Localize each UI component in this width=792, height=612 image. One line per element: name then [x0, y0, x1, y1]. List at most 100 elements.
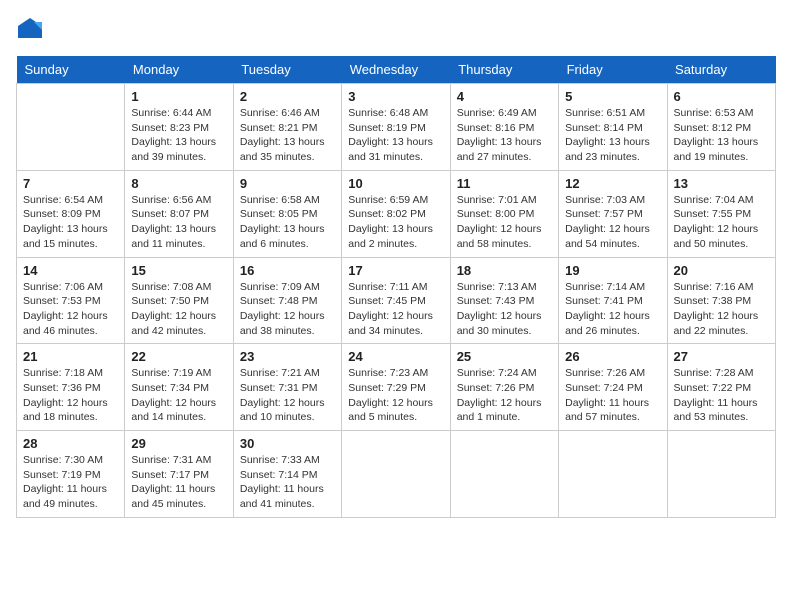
day-number: 16	[240, 263, 335, 278]
calendar-cell	[17, 84, 125, 171]
day-info: Sunrise: 6:49 AM Sunset: 8:16 PM Dayligh…	[457, 106, 552, 165]
calendar-cell: 18 Sunrise: 7:13 AM Sunset: 7:43 PM Dayli…	[450, 257, 558, 344]
day-info: Sunrise: 6:51 AM Sunset: 8:14 PM Dayligh…	[565, 106, 660, 165]
calendar-cell: 28 Sunrise: 7:30 AM Sunset: 7:19 PM Dayli…	[17, 431, 125, 518]
day-info: Sunrise: 7:26 AM Sunset: 7:24 PM Dayligh…	[565, 366, 660, 425]
day-info: Sunrise: 6:54 AM Sunset: 8:09 PM Dayligh…	[23, 193, 118, 252]
day-info: Sunrise: 7:09 AM Sunset: 7:48 PM Dayligh…	[240, 280, 335, 339]
calendar-cell	[559, 431, 667, 518]
day-number: 22	[131, 349, 226, 364]
calendar-cell: 2Sunrise: 6:46 AM Sunset: 8:21 PM Daylig…	[233, 84, 341, 171]
page-header	[16, 16, 776, 44]
week-row-2: 7 Sunrise: 6:54 AM Sunset: 8:09 PM Daylig…	[17, 170, 776, 257]
day-number: 5	[565, 89, 660, 104]
day-info: Sunrise: 7:31 AM Sunset: 7:17 PM Dayligh…	[131, 453, 226, 512]
day-number: 2	[240, 89, 335, 104]
day-info: Sunrise: 7:23 AM Sunset: 7:29 PM Dayligh…	[348, 366, 443, 425]
calendar-cell: 1 Sunrise: 6:44 AM Sunset: 8:23 PM Daylig…	[125, 84, 233, 171]
day-number: 11	[457, 176, 552, 191]
day-info: Sunrise: 6:56 AM Sunset: 8:07 PM Dayligh…	[131, 193, 226, 252]
calendar-cell: 19 Sunrise: 7:14 AM Sunset: 7:41 PM Dayli…	[559, 257, 667, 344]
day-info: Sunrise: 6:59 AM Sunset: 8:02 PM Dayligh…	[348, 193, 443, 252]
day-number: 23	[240, 349, 335, 364]
calendar-cell: 3 Sunrise: 6:48 AM Sunset: 8:19 PM Daylig…	[342, 84, 450, 171]
day-number: 28	[23, 436, 118, 451]
calendar-cell: 6 Sunrise: 6:53 AM Sunset: 8:12 PM Daylig…	[667, 84, 775, 171]
day-info: Sunrise: 7:08 AM Sunset: 7:50 PM Dayligh…	[131, 280, 226, 339]
week-row-1: 1 Sunrise: 6:44 AM Sunset: 8:23 PM Daylig…	[17, 84, 776, 171]
header-cell-sunday: Sunday	[17, 56, 125, 84]
week-row-3: 14 Sunrise: 7:06 AM Sunset: 7:53 PM Dayli…	[17, 257, 776, 344]
calendar-cell: 26Sunrise: 7:26 AM Sunset: 7:24 PM Dayli…	[559, 344, 667, 431]
header-cell-saturday: Saturday	[667, 56, 775, 84]
header-cell-thursday: Thursday	[450, 56, 558, 84]
day-number: 10	[348, 176, 443, 191]
day-number: 1	[131, 89, 226, 104]
day-number: 25	[457, 349, 552, 364]
calendar-cell: 21 Sunrise: 7:18 AM Sunset: 7:36 PM Dayli…	[17, 344, 125, 431]
calendar-table: SundayMondayTuesdayWednesdayThursdayFrid…	[16, 56, 776, 518]
day-number: 13	[674, 176, 769, 191]
day-info: Sunrise: 7:18 AM Sunset: 7:36 PM Dayligh…	[23, 366, 118, 425]
calendar-cell: 4 Sunrise: 6:49 AM Sunset: 8:16 PM Daylig…	[450, 84, 558, 171]
calendar-cell: 17Sunrise: 7:11 AM Sunset: 7:45 PM Dayli…	[342, 257, 450, 344]
header-cell-monday: Monday	[125, 56, 233, 84]
day-info: Sunrise: 7:30 AM Sunset: 7:19 PM Dayligh…	[23, 453, 118, 512]
day-number: 29	[131, 436, 226, 451]
logo	[16, 16, 48, 44]
day-number: 12	[565, 176, 660, 191]
day-info: Sunrise: 7:19 AM Sunset: 7:34 PM Dayligh…	[131, 366, 226, 425]
header-cell-wednesday: Wednesday	[342, 56, 450, 84]
day-info: Sunrise: 7:03 AM Sunset: 7:57 PM Dayligh…	[565, 193, 660, 252]
day-info: Sunrise: 7:21 AM Sunset: 7:31 PM Dayligh…	[240, 366, 335, 425]
header-cell-friday: Friday	[559, 56, 667, 84]
calendar-cell: 12 Sunrise: 7:03 AM Sunset: 7:57 PM Dayli…	[559, 170, 667, 257]
day-number: 21	[23, 349, 118, 364]
day-info: Sunrise: 6:48 AM Sunset: 8:19 PM Dayligh…	[348, 106, 443, 165]
calendar-cell: 27 Sunrise: 7:28 AM Sunset: 7:22 PM Dayli…	[667, 344, 775, 431]
calendar-cell: 30Sunrise: 7:33 AM Sunset: 7:14 PM Dayli…	[233, 431, 341, 518]
day-number: 8	[131, 176, 226, 191]
day-info: Sunrise: 7:13 AM Sunset: 7:43 PM Dayligh…	[457, 280, 552, 339]
calendar-cell: 7 Sunrise: 6:54 AM Sunset: 8:09 PM Daylig…	[17, 170, 125, 257]
calendar-cell: 29 Sunrise: 7:31 AM Sunset: 7:17 PM Dayli…	[125, 431, 233, 518]
day-number: 9	[240, 176, 335, 191]
day-info: Sunrise: 7:14 AM Sunset: 7:41 PM Dayligh…	[565, 280, 660, 339]
day-info: Sunrise: 7:16 AM Sunset: 7:38 PM Dayligh…	[674, 280, 769, 339]
day-number: 19	[565, 263, 660, 278]
day-number: 4	[457, 89, 552, 104]
day-number: 3	[348, 89, 443, 104]
calendar-cell: 16 Sunrise: 7:09 AM Sunset: 7:48 PM Dayli…	[233, 257, 341, 344]
calendar-cell: 13 Sunrise: 7:04 AM Sunset: 7:55 PM Dayli…	[667, 170, 775, 257]
calendar-cell: 14 Sunrise: 7:06 AM Sunset: 7:53 PM Dayli…	[17, 257, 125, 344]
day-number: 18	[457, 263, 552, 278]
day-number: 24	[348, 349, 443, 364]
day-info: Sunrise: 6:53 AM Sunset: 8:12 PM Dayligh…	[674, 106, 769, 165]
day-number: 20	[674, 263, 769, 278]
day-number: 7	[23, 176, 118, 191]
day-number: 27	[674, 349, 769, 364]
header-row: SundayMondayTuesdayWednesdayThursdayFrid…	[17, 56, 776, 84]
calendar-cell: 5 Sunrise: 6:51 AM Sunset: 8:14 PM Daylig…	[559, 84, 667, 171]
header-cell-tuesday: Tuesday	[233, 56, 341, 84]
calendar-cell: 9 Sunrise: 6:58 AM Sunset: 8:05 PM Daylig…	[233, 170, 341, 257]
day-info: Sunrise: 7:06 AM Sunset: 7:53 PM Dayligh…	[23, 280, 118, 339]
day-number: 6	[674, 89, 769, 104]
day-info: Sunrise: 6:44 AM Sunset: 8:23 PM Dayligh…	[131, 106, 226, 165]
week-row-5: 28 Sunrise: 7:30 AM Sunset: 7:19 PM Dayli…	[17, 431, 776, 518]
calendar-cell: 23 Sunrise: 7:21 AM Sunset: 7:31 PM Dayli…	[233, 344, 341, 431]
day-number: 17	[348, 263, 443, 278]
calendar-cell: 8 Sunrise: 6:56 AM Sunset: 8:07 PM Daylig…	[125, 170, 233, 257]
calendar-cell: 10 Sunrise: 6:59 AM Sunset: 8:02 PM Dayli…	[342, 170, 450, 257]
day-number: 15	[131, 263, 226, 278]
calendar-cell: 11 Sunrise: 7:01 AM Sunset: 8:00 PM Dayli…	[450, 170, 558, 257]
day-info: Sunrise: 6:58 AM Sunset: 8:05 PM Dayligh…	[240, 193, 335, 252]
day-info: Sunrise: 7:24 AM Sunset: 7:26 PM Dayligh…	[457, 366, 552, 425]
day-number: 30	[240, 436, 335, 451]
day-number: 14	[23, 263, 118, 278]
day-info: Sunrise: 7:28 AM Sunset: 7:22 PM Dayligh…	[674, 366, 769, 425]
week-row-4: 21 Sunrise: 7:18 AM Sunset: 7:36 PM Dayli…	[17, 344, 776, 431]
day-info: Sunrise: 7:01 AM Sunset: 8:00 PM Dayligh…	[457, 193, 552, 252]
day-info: Sunrise: 7:04 AM Sunset: 7:55 PM Dayligh…	[674, 193, 769, 252]
logo-icon	[16, 16, 44, 44]
